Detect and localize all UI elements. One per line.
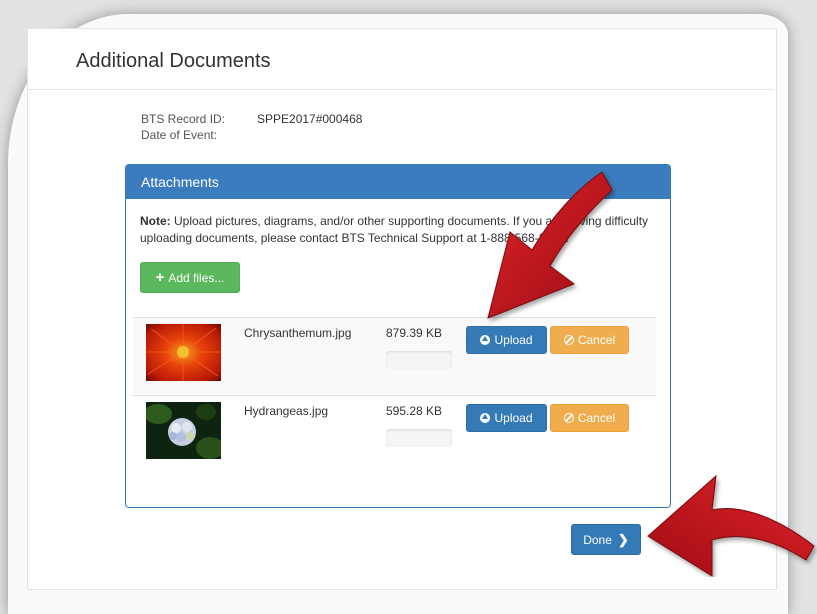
done-label: Done (583, 532, 612, 547)
file-thumbnail-hydrangeas (146, 402, 221, 459)
record-id-value: SPPE2017#000468 (257, 112, 363, 126)
upload-note: Note: Upload pictures, diagrams, and/or … (140, 213, 660, 247)
file-row: Hydrangeas.jpg 595.28 KB Upload Cancel (133, 395, 656, 472)
upload-circle-icon (480, 413, 491, 423)
attachments-heading: Attachments (126, 165, 670, 199)
event-date-label: Date of Event: (141, 128, 218, 142)
upload-button[interactable]: Upload (466, 404, 547, 432)
note-text: Upload pictures, diagrams, and/or other … (140, 214, 649, 245)
add-files-button[interactable]: + Add files... (140, 262, 240, 293)
ban-icon (563, 413, 574, 423)
file-name: Hydrangeas.jpg (244, 404, 329, 418)
cancel-button[interactable]: Cancel (550, 326, 629, 354)
ban-icon (563, 335, 574, 345)
upload-label: Upload (494, 411, 533, 425)
record-id-label: BTS Record ID: (141, 112, 226, 126)
upload-progress-bar (386, 429, 452, 447)
file-size: 595.28 KB (386, 404, 443, 418)
attachments-panel: Attachments Note: Upload pictures, diagr… (125, 164, 671, 508)
note-label: Note: (140, 214, 171, 228)
upload-button[interactable]: Upload (466, 326, 547, 354)
chevron-right-icon: ❯ (617, 531, 629, 547)
file-row: Chrysanthemum.jpg 879.39 KB Upload Cance… (133, 317, 656, 394)
upload-progress-bar (386, 351, 452, 369)
page-title: Additional Documents (76, 50, 271, 72)
done-button[interactable]: Done ❯ (571, 524, 641, 555)
upload-circle-icon (480, 335, 491, 345)
file-size: 879.39 KB (386, 326, 443, 340)
cancel-label: Cancel (577, 333, 616, 347)
file-name: Chrysanthemum.jpg (244, 326, 352, 340)
cancel-button[interactable]: Cancel (550, 404, 629, 432)
plus-icon: + (155, 269, 165, 286)
add-files-label: Add files... (168, 270, 225, 285)
cancel-label: Cancel (577, 411, 616, 425)
file-thumbnail-chrysanthemum (146, 324, 221, 381)
upload-label: Upload (494, 333, 533, 347)
title-divider (28, 89, 774, 90)
